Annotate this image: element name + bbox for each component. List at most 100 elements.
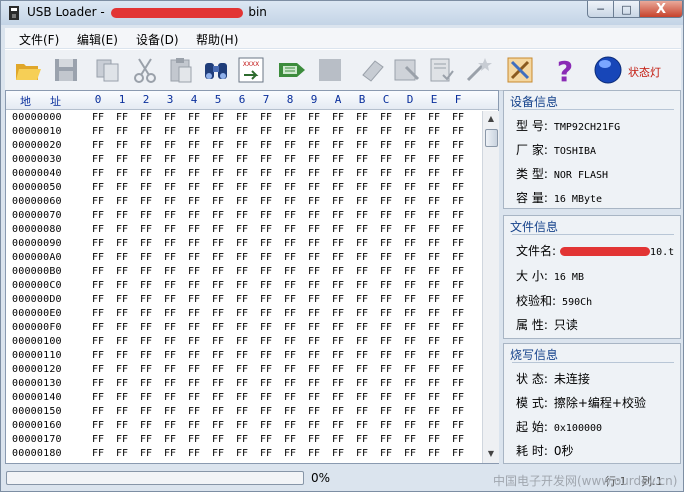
hex-byte[interactable]: FF — [350, 196, 374, 207]
hex-byte[interactable]: FF — [182, 378, 206, 389]
hex-byte[interactable]: FF — [134, 280, 158, 291]
hex-byte[interactable]: FF — [230, 238, 254, 249]
hex-byte[interactable]: FF — [134, 336, 158, 347]
hex-byte[interactable]: FF — [374, 378, 398, 389]
hex-byte[interactable]: FF — [398, 336, 422, 347]
hex-byte[interactable]: FF — [326, 224, 350, 235]
hex-byte[interactable]: FF — [326, 336, 350, 347]
hex-byte[interactable]: FF — [374, 168, 398, 179]
hex-byte[interactable]: FF — [302, 294, 326, 305]
hex-byte[interactable]: FF — [158, 420, 182, 431]
hex-byte[interactable]: FF — [86, 154, 110, 165]
hex-byte[interactable]: FF — [182, 154, 206, 165]
hex-byte[interactable]: FF — [254, 336, 278, 347]
hex-byte[interactable]: FF — [302, 168, 326, 179]
scroll-down-icon[interactable]: ▼ — [484, 447, 498, 461]
hex-byte[interactable]: FF — [422, 196, 446, 207]
hex-byte[interactable]: FF — [134, 294, 158, 305]
hex-byte[interactable]: FF — [230, 336, 254, 347]
hex-byte[interactable]: FF — [110, 448, 134, 459]
hex-byte[interactable]: FF — [374, 322, 398, 333]
hex-row[interactable]: 00000020 FF FF FF FF FF FF FF FF FF FF FF FF FF FF FF FF — [6, 140, 482, 155]
hex-byte[interactable]: FF — [254, 434, 278, 445]
hex-byte[interactable]: FF — [374, 140, 398, 151]
hex-byte[interactable]: FF — [206, 196, 230, 207]
erase-button[interactable] — [357, 55, 387, 85]
scroll-up-icon[interactable]: ▲ — [484, 112, 498, 126]
hex-byte[interactable]: FF — [110, 252, 134, 263]
hex-byte[interactable]: FF — [278, 126, 302, 137]
stop-button[interactable] — [315, 55, 345, 85]
hex-row[interactable]: 00000010 FF FF FF FF FF FF FF FF FF FF FF FF FF FF FF FF — [6, 126, 482, 141]
hex-byte[interactable]: FF — [374, 113, 398, 123]
hex-byte[interactable]: FF — [86, 378, 110, 389]
hex-byte[interactable]: FF — [326, 196, 350, 207]
hex-byte[interactable]: FF — [110, 238, 134, 249]
menu-file[interactable]: 文件(F) — [19, 31, 59, 48]
hex-byte[interactable]: FF — [326, 168, 350, 179]
hex-byte[interactable]: FF — [446, 210, 470, 221]
hex-byte[interactable]: FF — [446, 448, 470, 459]
hex-byte[interactable]: FF — [398, 406, 422, 417]
hex-byte[interactable]: FF — [86, 266, 110, 277]
hex-byte[interactable]: FF — [86, 280, 110, 291]
hex-byte[interactable]: FF — [398, 182, 422, 193]
hex-byte[interactable]: FF — [206, 113, 230, 123]
hex-byte[interactable]: FF — [254, 210, 278, 221]
hex-byte[interactable]: FF — [422, 322, 446, 333]
hex-row[interactable]: 00000030 FF FF FF FF FF FF FF FF FF FF FF FF FF FF FF FF — [6, 154, 482, 169]
hex-byte[interactable]: FF — [182, 280, 206, 291]
hex-byte[interactable]: FF — [110, 378, 134, 389]
hex-byte[interactable]: FF — [302, 378, 326, 389]
hex-byte[interactable]: FF — [158, 154, 182, 165]
hex-byte[interactable]: FF — [422, 113, 446, 123]
hex-byte[interactable]: FF — [278, 364, 302, 375]
hex-byte[interactable]: FF — [374, 392, 398, 403]
hex-byte[interactable]: FF — [110, 168, 134, 179]
hex-byte[interactable]: FF — [182, 420, 206, 431]
hex-byte[interactable]: FF — [350, 364, 374, 375]
maximize-button[interactable]: □ — [613, 1, 640, 18]
hex-byte[interactable]: FF — [158, 294, 182, 305]
hex-byte[interactable]: FF — [254, 294, 278, 305]
hex-byte[interactable]: FF — [254, 113, 278, 123]
hex-byte[interactable]: FF — [446, 336, 470, 347]
hex-byte[interactable]: FF — [254, 154, 278, 165]
hex-byte[interactable]: FF — [182, 196, 206, 207]
hex-byte[interactable]: FF — [206, 322, 230, 333]
close-button[interactable]: X — [639, 1, 683, 18]
hex-byte[interactable]: FF — [110, 406, 134, 417]
hex-byte[interactable]: FF — [230, 210, 254, 221]
hex-byte[interactable]: FF — [230, 448, 254, 459]
hex-byte[interactable]: FF — [134, 113, 158, 123]
hex-byte[interactable]: FF — [326, 350, 350, 361]
hex-row[interactable]: 00000150 FF FF FF FF FF FF FF FF FF FF FF FF FF FF FF FF — [6, 406, 482, 421]
hex-byte[interactable]: FF — [302, 322, 326, 333]
hex-byte[interactable]: FF — [350, 406, 374, 417]
hex-byte[interactable]: FF — [134, 308, 158, 319]
hex-byte[interactable]: FF — [86, 113, 110, 123]
hex-byte[interactable]: FF — [374, 364, 398, 375]
hex-byte[interactable]: FF — [302, 224, 326, 235]
hex-byte[interactable]: FF — [254, 168, 278, 179]
hex-byte[interactable]: FF — [86, 308, 110, 319]
hex-byte[interactable]: FF — [422, 126, 446, 137]
hex-byte[interactable]: FF — [182, 308, 206, 319]
hex-byte[interactable]: FF — [446, 182, 470, 193]
hex-row[interactable]: 000000F0 FF FF FF FF FF FF FF FF FF FF FF FF FF FF FF FF — [6, 322, 482, 337]
hex-byte[interactable]: FF — [134, 350, 158, 361]
hex-byte[interactable]: FF — [254, 350, 278, 361]
hex-byte[interactable]: FF — [110, 126, 134, 137]
hex-byte[interactable]: FF — [350, 448, 374, 459]
hex-byte[interactable]: FF — [278, 294, 302, 305]
hex-byte[interactable]: FF — [302, 406, 326, 417]
hex-byte[interactable]: FF — [374, 434, 398, 445]
title-bar[interactable]: USB Loader - bin ─ □ X — [1, 1, 683, 25]
open-button[interactable] — [13, 55, 43, 85]
auto-button[interactable] — [463, 55, 493, 85]
hex-byte[interactable]: FF — [398, 140, 422, 151]
hex-byte[interactable]: FF — [254, 238, 278, 249]
hex-byte[interactable]: FF — [206, 140, 230, 151]
hex-byte[interactable]: FF — [206, 392, 230, 403]
hex-view[interactable]: 地 址 0123456789ABCDEF 00000000 FF FF FF FF FF F… — [5, 90, 499, 464]
